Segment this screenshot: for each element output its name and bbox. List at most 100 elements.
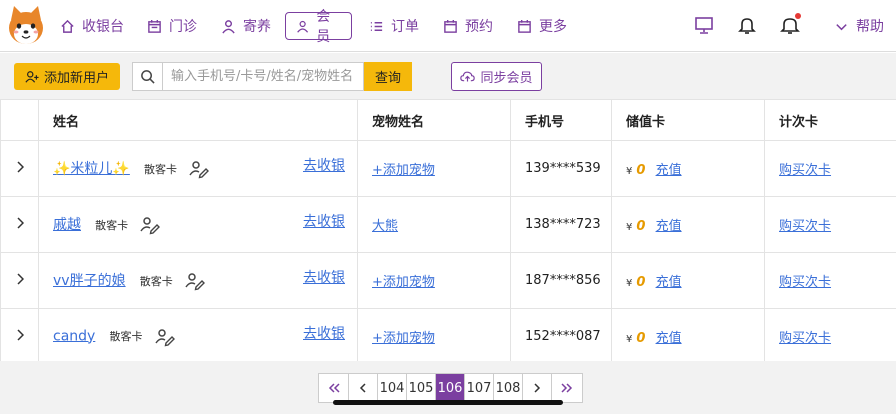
add-user-button[interactable]: 添加新用户	[14, 63, 120, 90]
name-cell: candy 散客卡 去收银	[38, 308, 358, 365]
column-header-phone: 手机号	[510, 99, 612, 141]
search-box	[132, 62, 364, 91]
buy-count-card-link[interactable]: 购买次卡	[779, 219, 831, 234]
nav-item-cashier[interactable]: 收银台	[60, 12, 124, 40]
nav-label: 预约	[465, 19, 493, 35]
card-type-tag: 散客卡	[144, 162, 178, 176]
pet-link[interactable]: +添加宠物	[372, 331, 435, 346]
nav-label: 寄养	[243, 19, 271, 35]
recharge-link[interactable]: 充值	[656, 275, 682, 290]
search-icon[interactable]	[133, 63, 163, 90]
name-cell: vv胖子的娘 散客卡 去收银	[38, 252, 358, 309]
pet-name-cell: +添加宠物	[357, 252, 511, 309]
list-icon	[370, 21, 383, 31]
currency-symbol: ¥	[626, 166, 633, 177]
member-name-link[interactable]: candy	[53, 328, 95, 344]
double-chevron-left-icon	[328, 383, 340, 393]
pet-link[interactable]: +添加宠物	[372, 275, 435, 290]
phone-cell: 152****087	[510, 308, 612, 365]
member-name-link[interactable]: vv胖子的娘	[53, 273, 126, 289]
name-cell: ✨米粒儿✨ 散客卡 去收银	[38, 140, 358, 197]
go-cashier-link[interactable]: 去收银	[303, 323, 345, 343]
go-cashier-link[interactable]: 去收银	[303, 267, 345, 287]
table-row: 戚越 散客卡 去收银 大熊 138****723 ¥0 充值 购买次卡	[0, 196, 896, 253]
home-indicator	[333, 400, 563, 405]
chevron-right-icon	[16, 328, 24, 341]
recharge-link[interactable]: 充值	[656, 331, 682, 346]
prev-page-button[interactable]	[349, 374, 378, 402]
phone-cell: 187****856	[510, 252, 612, 309]
add-user-icon	[25, 70, 39, 83]
recharge-link[interactable]: 充值	[656, 163, 682, 178]
sync-label: 同步会员	[480, 71, 533, 86]
edit-user-icon[interactable]	[140, 215, 161, 235]
nav-label: 会员	[316, 9, 331, 45]
count-card-cell: 购买次卡	[764, 140, 896, 197]
monitor-icon[interactable]	[694, 15, 714, 35]
sync-members-button[interactable]: 同步会员	[451, 62, 542, 91]
chevron-down-icon	[836, 23, 847, 30]
balance-value: 0	[636, 163, 646, 178]
buy-count-card-link[interactable]: 购买次卡	[779, 331, 831, 346]
last-page-button[interactable]	[552, 374, 582, 402]
stored-value-cell: ¥0 充值	[611, 140, 765, 197]
search-input[interactable]	[165, 63, 361, 90]
balance-value: 0	[636, 331, 646, 346]
phone-cell: 139****539	[510, 140, 612, 197]
calendar-icon	[444, 19, 457, 33]
pagination: 104 105 106 107 108	[318, 373, 583, 403]
expand-cell[interactable]	[0, 140, 39, 197]
nav-item-orders[interactable]: 订单	[369, 12, 419, 40]
pet-link[interactable]: 大熊	[372, 219, 398, 234]
phone-number: 138****723	[525, 217, 601, 232]
help-label: 帮助	[856, 19, 884, 35]
edit-user-icon[interactable]	[189, 159, 210, 179]
card-type-tag: 散客卡	[95, 218, 129, 232]
next-page-button[interactable]	[523, 374, 552, 402]
nav-item-boarding[interactable]: 寄养	[221, 12, 271, 40]
bell-icon[interactable]	[737, 15, 757, 35]
page-106-current[interactable]: 106	[436, 374, 465, 402]
nav-label: 收银台	[82, 19, 124, 35]
nav-item-member[interactable]: 会员	[285, 9, 352, 45]
column-header-name: 姓名	[38, 99, 358, 141]
phone-cell: 138****723	[510, 196, 612, 253]
edit-user-icon[interactable]	[154, 327, 175, 347]
calendar-icon	[518, 19, 531, 33]
expand-cell[interactable]	[0, 252, 39, 309]
stored-value-cell: ¥0 充值	[611, 252, 765, 309]
buy-count-card-link[interactable]: 购买次卡	[779, 275, 831, 290]
go-cashier-link[interactable]: 去收银	[303, 155, 345, 175]
phone-number: 187****856	[525, 273, 601, 288]
buy-count-card-link[interactable]: 购买次卡	[779, 163, 831, 178]
page-105[interactable]: 105	[407, 374, 436, 402]
page-107[interactable]: 107	[465, 374, 494, 402]
chevron-right-icon	[16, 160, 24, 173]
page-108[interactable]: 108	[494, 374, 523, 402]
page-104[interactable]: 104	[378, 374, 407, 402]
user-icon	[297, 20, 309, 33]
query-button[interactable]: 查询	[364, 62, 412, 91]
table-row: candy 散客卡 去收银 +添加宠物 152****087 ¥0 充值 购买次…	[0, 308, 896, 365]
nav-item-clinic[interactable]: 门诊	[147, 12, 197, 40]
edit-user-icon[interactable]	[185, 271, 205, 291]
home-icon	[61, 19, 74, 33]
member-name-link[interactable]: ✨米粒儿✨	[53, 161, 130, 177]
recharge-link[interactable]: 充值	[656, 219, 682, 234]
first-page-button[interactable]	[319, 374, 349, 402]
go-cashier-link[interactable]: 去收银	[303, 211, 345, 231]
pet-link[interactable]: +添加宠物	[372, 163, 435, 178]
column-header-pet-name: 宠物姓名	[357, 99, 511, 141]
nav-label: 门诊	[169, 19, 197, 35]
cloud-upload-icon	[460, 71, 476, 82]
chevron-left-icon	[359, 383, 366, 393]
expand-cell[interactable]	[0, 308, 39, 365]
count-card-cell: 购买次卡	[764, 196, 896, 253]
nav-item-more[interactable]: 更多	[517, 12, 567, 40]
card-type-tag: 散客卡	[139, 274, 173, 288]
member-table: 姓名 宠物姓名 手机号 储值卡 计次卡 ✨米粒儿✨ 散客卡 去收银 +添加宠物 …	[0, 99, 896, 365]
nav-item-appointment[interactable]: 预约	[443, 12, 493, 40]
member-name-link[interactable]: 戚越	[53, 217, 81, 233]
expand-cell[interactable]	[0, 196, 39, 253]
help-menu[interactable]: 帮助	[834, 12, 884, 40]
